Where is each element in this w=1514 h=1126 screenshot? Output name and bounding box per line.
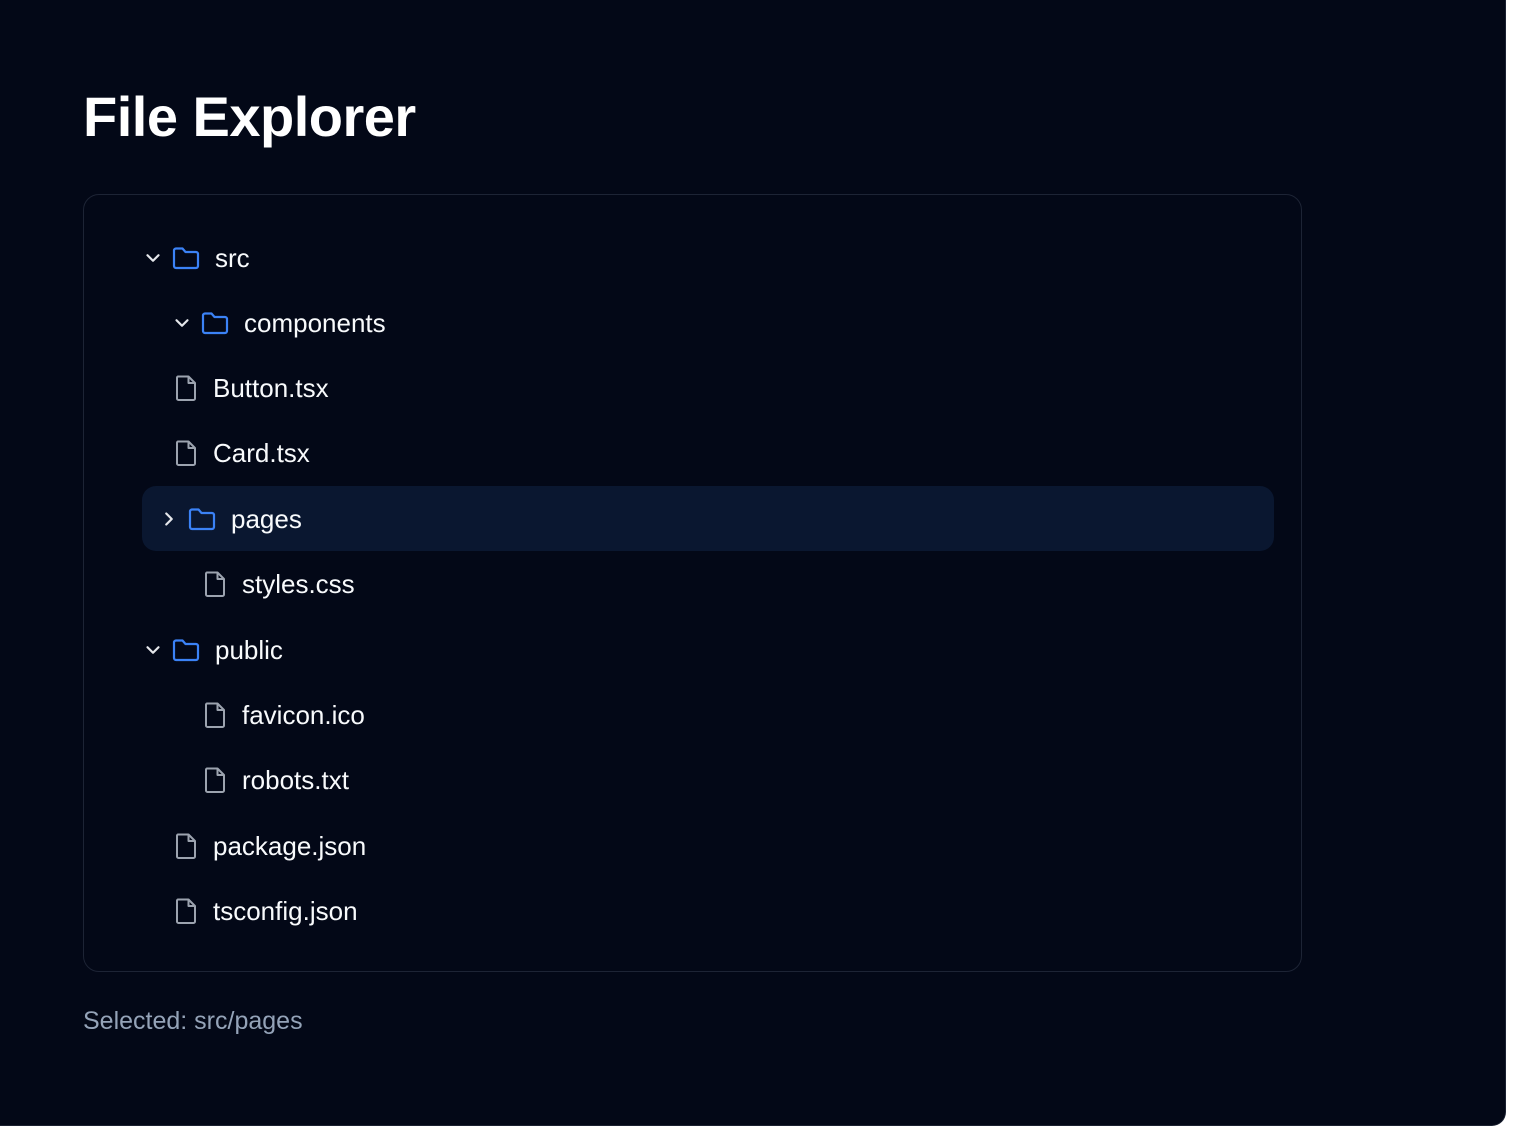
tree-item-label: favicon.ico xyxy=(242,699,365,730)
tree-item-package-json[interactable]: package.json xyxy=(142,813,1274,878)
tree-item-label: package.json xyxy=(213,830,367,861)
folder-icon xyxy=(171,245,201,271)
folder-icon xyxy=(187,506,217,532)
tree-item-label: styles.css xyxy=(242,568,355,599)
tree-item-label: Card.tsx xyxy=(213,437,310,468)
tree-item-button-tsx[interactable]: Button.tsx xyxy=(142,355,1274,420)
file-explorer-page: File Explorer src components Button.tsx … xyxy=(0,0,1506,1126)
file-icon xyxy=(203,766,227,794)
tree-item-src[interactable]: src xyxy=(142,225,1274,290)
file-icon xyxy=(203,570,227,598)
tree-item-label: robots.txt xyxy=(242,764,349,795)
tree-item-label: components xyxy=(244,307,386,338)
chevron-down-icon[interactable] xyxy=(171,312,193,334)
tree-item-favicon-ico[interactable]: favicon.ico xyxy=(142,682,1274,747)
tree-item-styles-css[interactable]: styles.css xyxy=(142,551,1274,616)
file-icon xyxy=(174,832,198,860)
tree-item-label: public xyxy=(215,634,283,665)
file-icon xyxy=(174,439,198,467)
tree-item-label: tsconfig.json xyxy=(213,895,358,926)
tree-item-label: pages xyxy=(231,503,302,534)
chevron-down-icon[interactable] xyxy=(142,247,164,269)
page-title: File Explorer xyxy=(83,85,416,148)
file-icon xyxy=(203,701,227,729)
file-tree: src components Button.tsx Card.tsx pages… xyxy=(83,194,1302,972)
tree-item-pages[interactable]: pages xyxy=(142,486,1274,551)
tree-item-tsconfig-json[interactable]: tsconfig.json xyxy=(142,878,1274,943)
tree-item-public[interactable]: public xyxy=(142,617,1274,682)
file-icon xyxy=(174,897,198,925)
selected-path-status: Selected: src/pages xyxy=(83,1007,303,1035)
folder-icon xyxy=(200,310,230,336)
tree-item-label: Button.tsx xyxy=(213,372,329,403)
file-icon xyxy=(174,374,198,402)
chevron-down-icon[interactable] xyxy=(142,639,164,661)
tree-item-components[interactable]: components xyxy=(142,290,1274,355)
tree-item-label: src xyxy=(215,242,250,273)
folder-icon xyxy=(171,637,201,663)
tree-item-robots-txt[interactable]: robots.txt xyxy=(142,747,1274,812)
tree-item-card-tsx[interactable]: Card.tsx xyxy=(142,420,1274,485)
chevron-right-icon[interactable] xyxy=(158,508,180,530)
